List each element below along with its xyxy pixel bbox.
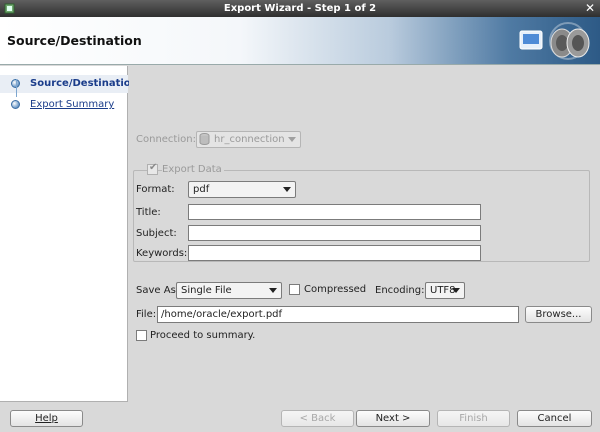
proceed-to-summary-label: Proceed to summary. (150, 330, 256, 341)
format-value: pdf (193, 184, 210, 195)
connection-value: hr_connection (214, 134, 285, 145)
check-icon: ✔ (149, 162, 158, 173)
back-button[interactable]: < Back (281, 410, 354, 427)
page-title: Source/Destination (7, 33, 142, 48)
window-titlebar: Export Wizard - Step 1 of 2 ✕ (0, 0, 600, 17)
chevron-down-icon (269, 288, 277, 293)
file-label: File: (136, 309, 157, 320)
format-label: Format: (136, 184, 175, 195)
keywords-label: Keywords: (136, 248, 188, 259)
format-select[interactable]: pdf (188, 181, 296, 198)
nav-item-label: Source/Destination (30, 78, 138, 89)
help-button-label: Help (35, 413, 58, 424)
browse-button[interactable]: Browse... (525, 306, 592, 323)
keywords-input[interactable] (188, 245, 481, 261)
connection-label: Connection: (136, 134, 196, 145)
chevron-down-icon (452, 288, 460, 293)
finish-button[interactable]: Finish (437, 410, 510, 427)
chevron-down-icon (288, 137, 296, 142)
window-title: Export Wizard - Step 1 of 2 (223, 3, 377, 14)
nav-connector (16, 79, 17, 97)
next-button[interactable]: Next > (356, 410, 430, 427)
compressed-checkbox[interactable] (289, 284, 300, 295)
connection-select[interactable]: hr_connection (196, 131, 301, 148)
save-as-value: Single File (181, 285, 232, 296)
export-data-checkbox[interactable]: ✔ (147, 162, 158, 175)
encoding-select[interactable]: UTF8 (425, 282, 465, 299)
title-label: Title: (136, 207, 161, 218)
encoding-label: Encoding: (375, 285, 425, 296)
subject-label: Subject: (136, 228, 177, 239)
wizard-header: Source/Destination (0, 17, 600, 65)
nav-item-export-summary[interactable]: Export Summary (0, 96, 128, 114)
nav-item-label: Export Summary (30, 99, 115, 110)
subject-input[interactable] (188, 225, 481, 241)
nav-item-source-destination[interactable]: Source/Destination (0, 75, 138, 93)
save-as-label: Save As (136, 285, 176, 296)
close-icon[interactable]: ✕ (585, 0, 595, 17)
cancel-button[interactable]: Cancel (517, 410, 592, 427)
save-as-select[interactable]: Single File (176, 282, 282, 299)
export-data-label: Export Data (162, 164, 224, 175)
database-icon (199, 133, 210, 145)
wizard-navigation: Source/Destination Export Summary (0, 66, 138, 402)
export-graphic-icon (519, 22, 590, 60)
chevron-down-icon (283, 187, 291, 192)
app-icon (4, 3, 15, 14)
step-bullet-icon (11, 100, 20, 109)
help-button[interactable]: Help (10, 410, 83, 427)
compressed-label: Compressed (304, 284, 367, 295)
title-input[interactable] (188, 204, 481, 220)
file-path-input[interactable]: /home/oracle/export.pdf (157, 306, 519, 323)
proceed-to-summary-checkbox[interactable] (136, 330, 147, 341)
